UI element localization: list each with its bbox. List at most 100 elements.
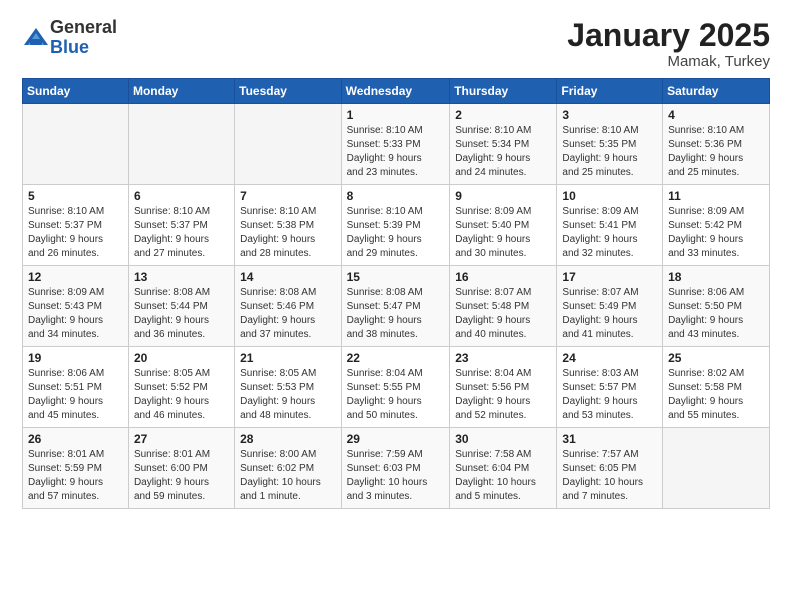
week-row-5: 26 Sunrise: 8:01 AM Sunset: 5:59 PM Dayli…	[23, 428, 770, 509]
header: General Blue January 2025 Mamak, Turkey	[22, 18, 770, 70]
day-info: Sunrise: 8:09 AM Sunset: 5:42 PM Dayligh…	[668, 205, 764, 261]
calendar-cell: 26 Sunrise: 8:01 AM Sunset: 5:59 PM Dayli…	[23, 428, 129, 509]
logo-icon	[22, 25, 50, 53]
calendar-cell: 2 Sunrise: 8:10 AM Sunset: 5:34 PM Daylig…	[450, 104, 557, 185]
calendar-cell: 8 Sunrise: 8:10 AM Sunset: 5:39 PM Daylig…	[341, 185, 450, 266]
day-number: 12	[28, 270, 123, 284]
day-info: Sunrise: 8:09 AM Sunset: 5:40 PM Dayligh…	[455, 205, 551, 261]
weekday-header-sunday: Sunday	[23, 79, 129, 104]
weekday-header-tuesday: Tuesday	[235, 79, 341, 104]
logo-general-text: General	[50, 18, 117, 38]
day-info: Sunrise: 8:10 AM Sunset: 5:36 PM Dayligh…	[668, 124, 764, 180]
day-number: 17	[562, 270, 657, 284]
day-info: Sunrise: 8:09 AM Sunset: 5:43 PM Dayligh…	[28, 286, 123, 342]
weekday-header-wednesday: Wednesday	[341, 79, 450, 104]
day-info: Sunrise: 8:10 AM Sunset: 5:39 PM Dayligh…	[347, 205, 445, 261]
day-number: 24	[562, 351, 657, 365]
day-number: 11	[668, 189, 764, 203]
calendar-cell: 7Sunrise: 8:10 AM Sunset: 5:38 PM Daylig…	[235, 185, 341, 266]
day-info: Sunrise: 8:02 AM Sunset: 5:58 PM Dayligh…	[668, 367, 764, 423]
day-info: Sunrise: 8:10 AM Sunset: 5:33 PM Dayligh…	[347, 124, 445, 180]
weekday-header-thursday: Thursday	[450, 79, 557, 104]
day-number: 23	[455, 351, 551, 365]
day-info: Sunrise: 8:06 AM Sunset: 5:51 PM Dayligh…	[28, 367, 123, 423]
day-info: Sunrise: 7:58 AM Sunset: 6:04 PM Dayligh…	[455, 448, 551, 504]
day-info: Sunrise: 8:04 AM Sunset: 5:56 PM Dayligh…	[455, 367, 551, 423]
week-row-3: 12 Sunrise: 8:09 AM Sunset: 5:43 PM Dayli…	[23, 266, 770, 347]
logo: General Blue	[22, 18, 117, 58]
day-number: 19	[28, 351, 123, 365]
day-number: 6	[134, 189, 229, 203]
calendar-cell	[663, 428, 770, 509]
week-row-2: 5 Sunrise: 8:10 AM Sunset: 5:37 PM Daylig…	[23, 185, 770, 266]
calendar-cell: 10Sunrise: 8:09 AM Sunset: 5:41 PM Dayli…	[557, 185, 663, 266]
week-row-1: 1Sunrise: 8:10 AM Sunset: 5:33 PM Daylig…	[23, 104, 770, 185]
month-title: January 2025	[567, 18, 770, 53]
calendar-cell: 12 Sunrise: 8:09 AM Sunset: 5:43 PM Dayli…	[23, 266, 129, 347]
day-info: Sunrise: 8:08 AM Sunset: 5:46 PM Dayligh…	[240, 286, 335, 342]
day-info: Sunrise: 8:10 AM Sunset: 5:38 PM Dayligh…	[240, 205, 335, 261]
calendar-cell: 28 Sunrise: 8:00 AM Sunset: 6:02 PM Dayli…	[235, 428, 341, 509]
day-info: Sunrise: 8:06 AM Sunset: 5:50 PM Dayligh…	[668, 286, 764, 342]
day-number: 18	[668, 270, 764, 284]
day-info: Sunrise: 8:08 AM Sunset: 5:47 PM Dayligh…	[347, 286, 445, 342]
title-block: January 2025 Mamak, Turkey	[567, 18, 770, 70]
day-number: 16	[455, 270, 551, 284]
day-info: Sunrise: 8:10 AM Sunset: 5:37 PM Dayligh…	[28, 205, 123, 261]
calendar-cell	[235, 104, 341, 185]
day-number: 13	[134, 270, 229, 284]
day-number: 15	[347, 270, 445, 284]
calendar-cell: 27 Sunrise: 8:01 AM Sunset: 6:00 PM Dayli…	[128, 428, 234, 509]
day-number: 9	[455, 189, 551, 203]
weekday-header-monday: Monday	[128, 79, 234, 104]
day-number: 20	[134, 351, 229, 365]
calendar-cell: 19 Sunrise: 8:06 AM Sunset: 5:51 PM Dayli…	[23, 347, 129, 428]
calendar-cell: 13 Sunrise: 8:08 AM Sunset: 5:44 PM Dayli…	[128, 266, 234, 347]
day-number: 29	[347, 432, 445, 446]
calendar-cell: 23 Sunrise: 8:04 AM Sunset: 5:56 PM Dayli…	[450, 347, 557, 428]
day-info: Sunrise: 8:10 AM Sunset: 5:35 PM Dayligh…	[562, 124, 657, 180]
day-info: Sunrise: 8:01 AM Sunset: 6:00 PM Dayligh…	[134, 448, 229, 504]
day-number: 3	[562, 108, 657, 122]
calendar-cell: 4Sunrise: 8:10 AM Sunset: 5:36 PM Daylig…	[663, 104, 770, 185]
day-number: 25	[668, 351, 764, 365]
day-number: 26	[28, 432, 123, 446]
calendar-cell: 6 Sunrise: 8:10 AM Sunset: 5:37 PM Daylig…	[128, 185, 234, 266]
day-info: Sunrise: 8:08 AM Sunset: 5:44 PM Dayligh…	[134, 286, 229, 342]
day-info: Sunrise: 8:07 AM Sunset: 5:49 PM Dayligh…	[562, 286, 657, 342]
day-info: Sunrise: 8:03 AM Sunset: 5:57 PM Dayligh…	[562, 367, 657, 423]
day-info: Sunrise: 8:09 AM Sunset: 5:41 PM Dayligh…	[562, 205, 657, 261]
logo-blue-text: Blue	[50, 38, 117, 58]
day-number: 28	[240, 432, 335, 446]
calendar-cell	[128, 104, 234, 185]
weekday-header-friday: Friday	[557, 79, 663, 104]
day-number: 27	[134, 432, 229, 446]
calendar-cell: 5 Sunrise: 8:10 AM Sunset: 5:37 PM Daylig…	[23, 185, 129, 266]
day-info: Sunrise: 8:10 AM Sunset: 5:37 PM Dayligh…	[134, 205, 229, 261]
calendar-cell: 16Sunrise: 8:07 AM Sunset: 5:48 PM Dayli…	[450, 266, 557, 347]
calendar-cell	[23, 104, 129, 185]
calendar-cell: 21 Sunrise: 8:05 AM Sunset: 5:53 PM Dayli…	[235, 347, 341, 428]
day-number: 2	[455, 108, 551, 122]
calendar-cell: 17 Sunrise: 8:07 AM Sunset: 5:49 PM Dayli…	[557, 266, 663, 347]
calendar-cell: 25 Sunrise: 8:02 AM Sunset: 5:58 PM Dayli…	[663, 347, 770, 428]
week-row-4: 19 Sunrise: 8:06 AM Sunset: 5:51 PM Dayli…	[23, 347, 770, 428]
day-info: Sunrise: 8:05 AM Sunset: 5:53 PM Dayligh…	[240, 367, 335, 423]
calendar-cell: 24 Sunrise: 8:03 AM Sunset: 5:57 PM Dayli…	[557, 347, 663, 428]
calendar-cell: 14Sunrise: 8:08 AM Sunset: 5:46 PM Dayli…	[235, 266, 341, 347]
day-info: Sunrise: 7:59 AM Sunset: 6:03 PM Dayligh…	[347, 448, 445, 504]
day-info: Sunrise: 8:10 AM Sunset: 5:34 PM Dayligh…	[455, 124, 551, 180]
page: General Blue January 2025 Mamak, Turkey …	[0, 0, 792, 612]
logo-text: General Blue	[50, 18, 117, 58]
day-number: 5	[28, 189, 123, 203]
day-number: 8	[347, 189, 445, 203]
day-number: 30	[455, 432, 551, 446]
day-info: Sunrise: 8:04 AM Sunset: 5:55 PM Dayligh…	[347, 367, 445, 423]
day-number: 21	[240, 351, 335, 365]
calendar-cell: 18 Sunrise: 8:06 AM Sunset: 5:50 PM Dayli…	[663, 266, 770, 347]
day-info: Sunrise: 8:00 AM Sunset: 6:02 PM Dayligh…	[240, 448, 335, 504]
calendar-cell: 30 Sunrise: 7:58 AM Sunset: 6:04 PM Dayli…	[450, 428, 557, 509]
calendar-cell: 11 Sunrise: 8:09 AM Sunset: 5:42 PM Dayli…	[663, 185, 770, 266]
day-info: Sunrise: 8:01 AM Sunset: 5:59 PM Dayligh…	[28, 448, 123, 504]
day-info: Sunrise: 7:57 AM Sunset: 6:05 PM Dayligh…	[562, 448, 657, 504]
